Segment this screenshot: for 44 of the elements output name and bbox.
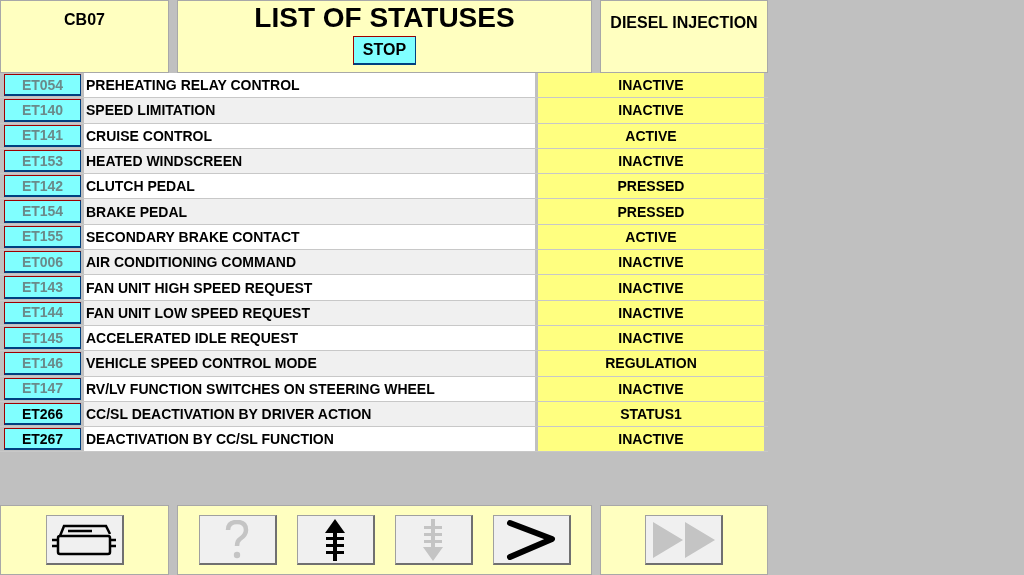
stop-button[interactable]: STOP xyxy=(352,36,417,65)
status-value: INACTIVE xyxy=(538,325,764,351)
status-label: BRAKE PEDAL xyxy=(84,199,535,224)
status-value: ACTIVE xyxy=(538,224,764,250)
double-triangle-icon xyxy=(650,519,717,560)
print-button[interactable] xyxy=(45,515,124,565)
scroll-up-button[interactable] xyxy=(296,515,375,565)
status-label: SECONDARY BRAKE CONTACT xyxy=(84,224,535,250)
status-label: FAN UNIT LOW SPEED REQUEST xyxy=(84,300,535,325)
chevron-right-icon xyxy=(506,518,556,561)
status-label: PREHEATING RELAY CONTROL xyxy=(84,73,535,98)
status-value: STATUS1 xyxy=(538,401,764,427)
status-label: CLUTCH PEDAL xyxy=(84,174,535,199)
next-button[interactable] xyxy=(492,515,571,565)
status-label: FAN UNIT HIGH SPEED REQUEST xyxy=(84,275,535,300)
status-label: ACCELERATED IDLE REQUEST xyxy=(84,325,535,351)
status-label: VEHICLE SPEED CONTROL MODE xyxy=(84,351,535,376)
screen-title: LIST OF STATUSES xyxy=(254,1,515,35)
status-code-button[interactable]: ET267 xyxy=(4,428,81,451)
status-label: SPEED LIMITATION xyxy=(84,98,535,123)
status-value: INACTIVE xyxy=(538,427,764,452)
status-value: INACTIVE xyxy=(538,250,764,275)
status-value: INACTIVE xyxy=(538,376,764,401)
status-label: AIR CONDITIONING COMMAND xyxy=(84,250,535,275)
ecu-code: CB07 xyxy=(64,11,105,30)
status-value: INACTIVE xyxy=(538,148,764,174)
status-label: CC/SL DEACTIVATION BY DRIVER ACTION xyxy=(84,401,535,427)
status-label: HEATED WINDSCREEN xyxy=(84,148,535,174)
down-arrow-icon xyxy=(422,518,444,561)
status-value: PRESSED xyxy=(538,199,764,224)
status-label: DEACTIVATION BY CC/SL FUNCTION xyxy=(84,427,535,452)
system-name: DIESEL INJECTION xyxy=(610,13,758,33)
up-arrow-icon xyxy=(324,518,346,561)
status-value: INACTIVE xyxy=(538,98,764,123)
question-mark-icon xyxy=(225,519,249,560)
status-label: RV/LV FUNCTION SWITCHES ON STEERING WHEEL xyxy=(84,376,535,401)
status-value: REGULATION xyxy=(538,351,764,376)
status-code-button[interactable]: ET266 xyxy=(4,402,81,426)
status-value: PRESSED xyxy=(538,174,764,199)
status-value: INACTIVE xyxy=(538,300,764,325)
status-value: ACTIVE xyxy=(538,123,764,148)
status-label: CRUISE CONTROL xyxy=(84,123,535,148)
status-value: INACTIVE xyxy=(538,73,764,98)
status-value: INACTIVE xyxy=(538,275,764,300)
